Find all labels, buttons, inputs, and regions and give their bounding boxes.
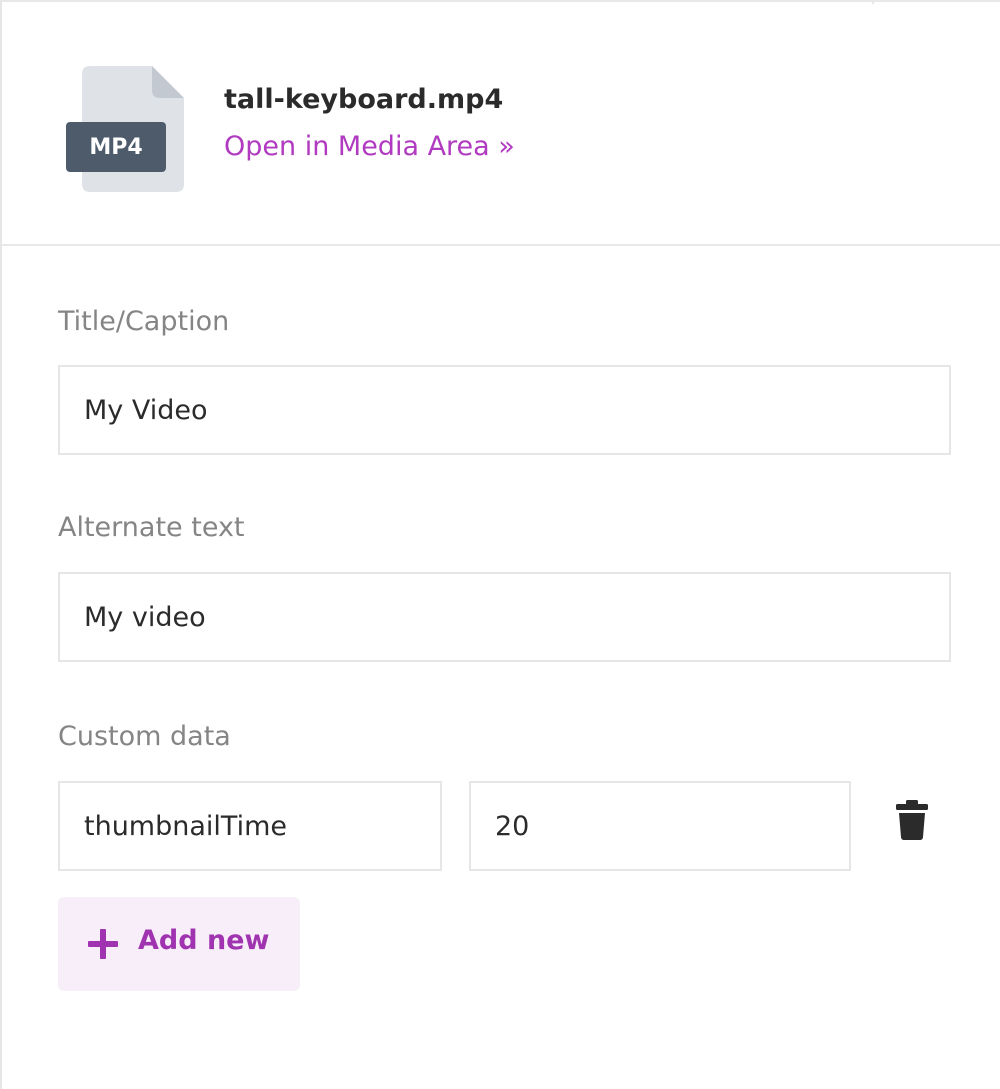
file-type-badge: MP4 — [89, 135, 142, 160]
file-document-icon: MP4 — [66, 66, 184, 192]
add-new-button[interactable]: Add new — [58, 897, 300, 991]
plus-icon — [88, 929, 118, 959]
open-in-media-area-link[interactable]: Open in Media Area » — [224, 131, 515, 162]
trash-icon[interactable] — [894, 800, 930, 840]
file-name: tall-keyboard.mp4 — [224, 84, 504, 115]
add-new-label: Add new — [138, 925, 270, 956]
alternate-text-input[interactable] — [58, 572, 951, 662]
alternate-text-label: Alternate text — [58, 512, 245, 543]
title-caption-label: Title/Caption — [58, 306, 230, 337]
custom-data-key-input[interactable] — [58, 781, 442, 871]
custom-data-value-input[interactable] — [469, 781, 851, 871]
custom-data-label: Custom data — [58, 721, 231, 752]
title-caption-input[interactable] — [58, 365, 951, 455]
file-header: MP4 tall-keyboard.mp4 Open in Media Area… — [2, 2, 1000, 246]
media-details-panel: MP4 tall-keyboard.mp4 Open in Media Area… — [0, 0, 1000, 1089]
